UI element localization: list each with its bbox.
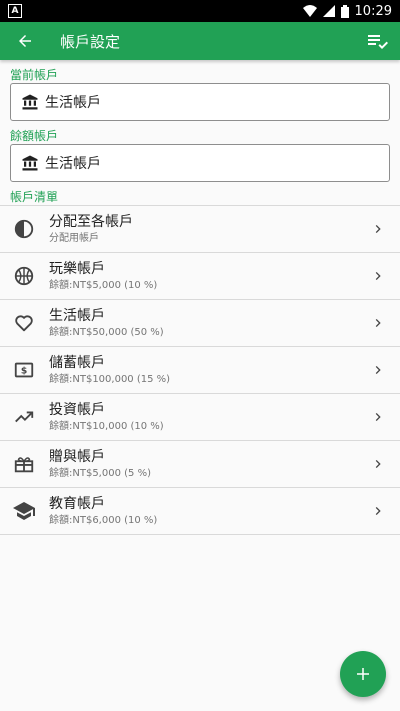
gift-icon (12, 452, 36, 476)
bank-icon (22, 94, 38, 110)
item-detail: 餘額:NT$6,000 (10 %) (49, 514, 158, 526)
item-detail: 餘額:NT$100,000 (15 %) (49, 373, 171, 385)
chevron-right-icon (368, 454, 388, 474)
add-account-button[interactable] (340, 651, 386, 697)
item-name: 分配至各帳戶 (49, 213, 133, 230)
list-item[interactable]: 教育帳戶 餘額:NT$6,000 (10 %) (0, 488, 400, 535)
app-bar: 帳戶設定 (0, 22, 400, 60)
basketball-icon (12, 264, 36, 288)
status-bar: A 10:29 (0, 0, 400, 22)
list-item[interactable]: 投資帳戶 餘額:NT$10,000 (10 %) (0, 394, 400, 441)
item-detail: 餘額:NT$10,000 (10 %) (49, 420, 164, 432)
clock: 10:29 (354, 3, 392, 19)
heart-icon (12, 311, 36, 335)
item-name: 贈與帳戶 (49, 448, 105, 465)
balance-account-value: 生活帳戶 (45, 156, 101, 172)
pie-half-icon (12, 217, 36, 241)
chevron-right-icon (368, 266, 388, 286)
back-button[interactable] (12, 28, 38, 54)
arrow-left-icon (19, 35, 31, 47)
svg-text:$: $ (21, 366, 27, 377)
trending-up-icon (12, 405, 36, 429)
wifi-icon (302, 5, 317, 17)
plus-icon (357, 668, 369, 680)
item-name: 生活帳戶 (49, 307, 105, 324)
item-detail: 餘額:NT$5,000 (10 %) (49, 279, 158, 291)
item-detail: 餘額:NT$50,000 (50 %) (49, 326, 164, 338)
page-title: 帳戶設定 (60, 32, 121, 51)
account-list-label: 帳戶清單 (10, 190, 59, 204)
playlist-check-icon (368, 35, 388, 49)
item-name: 投資帳戶 (49, 401, 105, 418)
signal-icon (322, 5, 335, 17)
current-account-label: 當前帳戶 (10, 68, 59, 82)
list-check-button[interactable] (364, 28, 390, 54)
chevron-right-icon (368, 407, 388, 427)
account-list: 分配至各帳戶 分配用帳戶 玩樂帳戶 餘額:NT$5,000 (10 %) 生活帳… (0, 205, 400, 535)
item-name: 教育帳戶 (49, 495, 105, 512)
list-item[interactable]: 生活帳戶 餘額:NT$50,000 (50 %) (0, 300, 400, 347)
item-name: 玩樂帳戶 (49, 260, 105, 277)
school-icon (12, 499, 36, 523)
chevron-right-icon (368, 501, 388, 521)
notification-icon: A (8, 4, 22, 18)
chevron-right-icon (368, 313, 388, 333)
money-icon: $ (12, 358, 36, 382)
bank-icon (22, 155, 38, 171)
chevron-right-icon (368, 219, 388, 239)
balance-account-label: 餘額帳戶 (10, 129, 59, 143)
item-name: 儲蓄帳戶 (49, 354, 105, 371)
item-detail: 分配用帳戶 (49, 232, 99, 244)
battery-icon (340, 4, 349, 18)
list-item[interactable]: $ 儲蓄帳戶 餘額:NT$100,000 (15 %) (0, 347, 400, 394)
item-detail: 餘額:NT$5,000 (5 %) (49, 467, 151, 479)
list-item[interactable]: 贈與帳戶 餘額:NT$5,000 (5 %) (0, 441, 400, 488)
current-account-value: 生活帳戶 (45, 95, 101, 111)
list-item[interactable]: 玩樂帳戶 餘額:NT$5,000 (10 %) (0, 253, 400, 300)
list-item[interactable]: 分配至各帳戶 分配用帳戶 (0, 206, 400, 253)
current-account-field[interactable]: 生活帳戶 (10, 83, 390, 121)
balance-account-field[interactable]: 生活帳戶 (10, 144, 390, 182)
chevron-right-icon (368, 360, 388, 380)
